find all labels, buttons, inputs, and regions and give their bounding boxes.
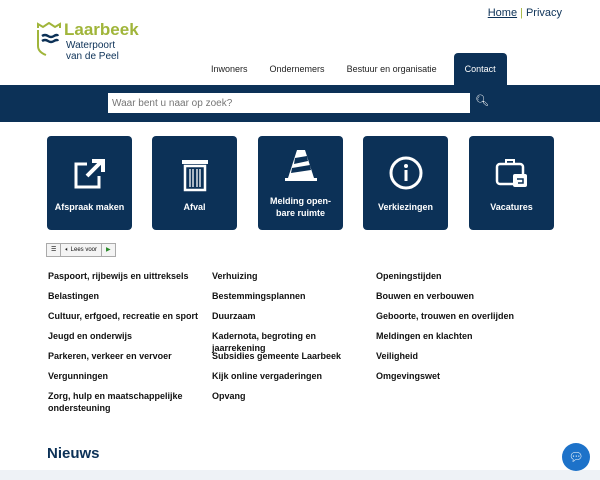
link-item[interactable]: Openingstijden (376, 270, 536, 290)
tile-melding[interactable]: Melding open-bare ruimte (258, 136, 343, 230)
separator: | (520, 7, 523, 19)
link-item[interactable]: Bestemmingsplannen (212, 290, 372, 310)
crown-shield-icon (37, 22, 61, 56)
tagline-line-2: van de Peel (66, 51, 119, 62)
play-icon[interactable]: ▶ (102, 244, 115, 256)
menu-icon[interactable]: ☰ (47, 244, 62, 256)
link-item[interactable]: Subsidies gemeente Laarbeek (212, 350, 372, 370)
link-item[interactable]: Vergunningen (48, 370, 208, 390)
briefcase-icon (495, 159, 527, 187)
link-item[interactable]: Kijk online vergaderingen (212, 370, 372, 390)
link-item[interactable]: Omgevingswet (376, 370, 536, 390)
link-item[interactable]: Jeugd en onderwijs (48, 330, 208, 350)
link-item[interactable]: Zorg, hulp en maatschappelijke ondersteu… (48, 390, 188, 413)
news-section-bg (0, 470, 600, 480)
nav-contact[interactable]: Contact (453, 53, 507, 85)
link-item[interactable]: Parkeren, verkeer en vervoer (48, 350, 208, 370)
nav-inwoners[interactable]: Inwoners (200, 53, 259, 85)
search-icon: 🔍︎ (475, 95, 489, 107)
tile-label: Verkiezingen (377, 202, 434, 212)
links-column-2: Verhuizing Bestemmingsplannen Duurzaam K… (212, 270, 372, 410)
logo-tagline: Waterpoort van de Peel (66, 40, 119, 62)
tile-label: Melding open-bare ruimte (270, 196, 331, 218)
news-heading: Nieuws (47, 445, 100, 462)
search-input[interactable] (108, 93, 470, 113)
tile-afval[interactable]: Afval (152, 136, 237, 230)
link-item[interactable]: Opvang (212, 390, 372, 410)
links-column-1: Paspoort, rijbewijs en uittreksels Belas… (48, 270, 208, 413)
link-item[interactable]: Bouwen en verbouwen (376, 290, 536, 310)
link-item[interactable]: Paspoort, rijbewijs en uittreksels (48, 270, 208, 290)
read-aloud-label: Lees voor (70, 247, 98, 253)
read-aloud-button[interactable]: 🔈︎ Lees voor (61, 244, 103, 256)
link-item[interactable]: Meldingen en klachten (376, 330, 536, 350)
tile-verkiezingen[interactable]: Verkiezingen (363, 136, 448, 230)
tile-label: Afspraak maken (54, 202, 125, 212)
nav-bestuur[interactable]: Bestuur en organisatie (336, 53, 448, 85)
link-item[interactable]: Verhuizing (212, 270, 372, 290)
search-button[interactable]: 🔍︎ (474, 94, 490, 112)
top-links: Home | Privacy (488, 7, 562, 19)
nav-ondernemers[interactable]: Ondernemers (259, 53, 336, 85)
home-link[interactable]: Home (488, 7, 517, 19)
tile-label: Afval (183, 202, 206, 212)
main-nav: Inwoners Ondernemers Bestuur en organisa… (200, 53, 507, 85)
link-item[interactable]: Kadernota, begroting en jaarrekening (212, 330, 372, 353)
speaker-icon: 🔈︎ (65, 247, 69, 253)
link-item[interactable]: Cultuur, erfgoed, recreatie en sport (48, 310, 208, 330)
external-link-icon (74, 159, 105, 189)
tile-vacatures[interactable]: Vacatures (469, 136, 554, 230)
tile-label: Vacatures (490, 202, 533, 212)
link-item[interactable]: Duurzaam (212, 310, 372, 330)
traffic-cone-icon (285, 150, 317, 181)
chat-button[interactable]: 💬︎ (562, 443, 590, 471)
tile-afspraak[interactable]: Afspraak maken (47, 136, 132, 230)
link-item[interactable]: Geboorte, trouwen en overlijden (376, 310, 536, 330)
chat-icon: 💬︎ (568, 450, 584, 464)
link-item[interactable]: Belastingen (48, 290, 208, 310)
read-aloud-toolbar: ☰ 🔈︎ Lees voor ▶ (46, 243, 116, 257)
info-icon (389, 156, 423, 190)
trash-icon (182, 160, 208, 192)
tagline-line-1: Waterpoort (66, 40, 116, 51)
logo-name: Laarbeek (64, 20, 139, 39)
links-column-3: Openingstijden Bouwen en verbouwen Geboo… (376, 270, 536, 390)
link-item[interactable]: Veiligheid (376, 350, 536, 370)
privacy-link[interactable]: Privacy (526, 7, 562, 19)
